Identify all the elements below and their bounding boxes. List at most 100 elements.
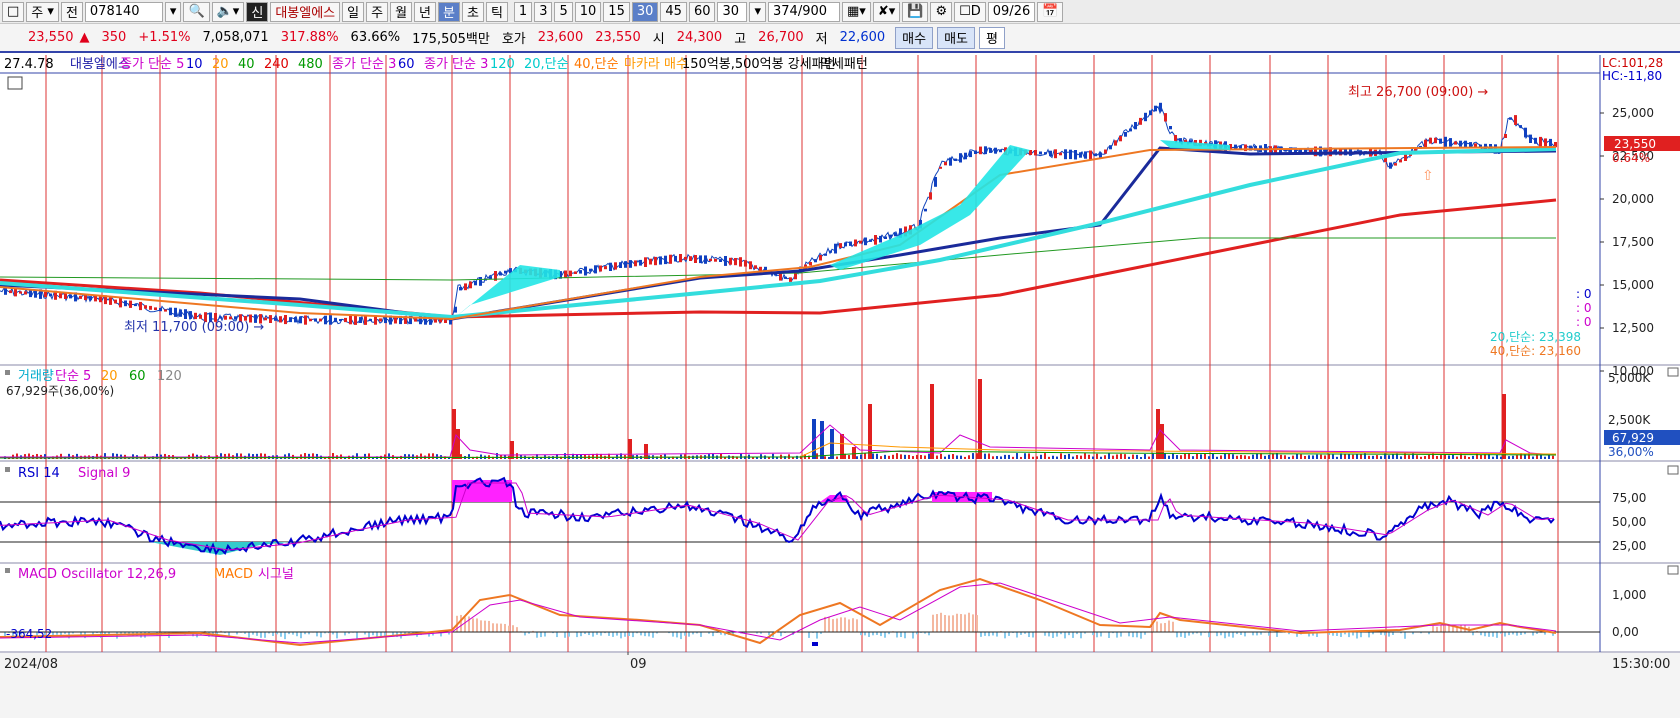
- candle: [564, 270, 567, 279]
- macd-osc-bar: [648, 632, 650, 637]
- prev-button[interactable]: 전: [60, 1, 83, 22]
- interval-tab-60[interactable]: 60: [688, 1, 716, 22]
- candle: [1039, 151, 1042, 155]
- macd-osc-bar: [1132, 632, 1134, 638]
- macd-osc-bar: [912, 632, 914, 639]
- period-tab-초[interactable]: 초: [461, 1, 484, 22]
- volume-bar: [740, 453, 742, 459]
- candle: [44, 291, 47, 298]
- price-legend-item: 20: [212, 57, 229, 72]
- interval-tab-3[interactable]: 3: [534, 1, 553, 22]
- candle: [1509, 117, 1512, 120]
- interval-select[interactable]: 30: [717, 1, 748, 22]
- save-icon[interactable]: 💾: [902, 1, 929, 22]
- candle: [729, 257, 732, 265]
- stock-name[interactable]: 대봉엘에스: [270, 1, 341, 22]
- period-tab-주[interactable]: 주: [366, 1, 389, 22]
- macd-osc-bar: [600, 632, 602, 636]
- candle: [304, 315, 307, 325]
- search-icon[interactable]: 🔍: [183, 1, 210, 22]
- calendar-icon[interactable]: 📅: [1037, 1, 1064, 22]
- d-checkbox[interactable]: ☐ D: [954, 1, 986, 22]
- macd-osc-bar: [320, 632, 322, 638]
- macd-osc-bar: [1496, 632, 1498, 638]
- interval-tab-30[interactable]: 30: [631, 1, 659, 22]
- macd-osc-bar: [840, 617, 842, 632]
- period-tab-틱[interactable]: 틱: [485, 1, 508, 22]
- macd-osc-bar: [1028, 632, 1030, 638]
- avg-button[interactable]: 평: [978, 26, 1005, 49]
- macd-osc-bar: [868, 632, 870, 637]
- candle: [1139, 117, 1142, 125]
- buy-button[interactable]: 매수: [895, 26, 934, 49]
- bid-label: 호가: [501, 32, 526, 47]
- period-tab-월[interactable]: 월: [390, 1, 413, 22]
- price-legend-item: 종가 단순 3: [332, 57, 396, 72]
- interval-tab-10[interactable]: 10: [574, 1, 602, 22]
- volume-bar: [364, 453, 366, 459]
- candle: [299, 316, 302, 324]
- price-y-label: 25,000: [1612, 106, 1654, 120]
- interval-tab-5[interactable]: 5: [554, 1, 573, 22]
- volume-bar: [1444, 454, 1446, 459]
- candle-icon[interactable]: ▦▾: [842, 1, 871, 22]
- up-arrow-icon: ▲: [79, 30, 90, 45]
- candle: [844, 242, 847, 247]
- speaker-icon[interactable]: 🔈▾: [211, 1, 245, 22]
- period-tab-년[interactable]: 년: [414, 1, 436, 22]
- volume-bar: [916, 454, 918, 459]
- window-icon[interactable]: □: [2, 1, 25, 22]
- candle: [1169, 126, 1172, 130]
- period-tab-일[interactable]: 일: [342, 1, 365, 22]
- macd-line: [0, 577, 1557, 647]
- volume-bar: [908, 454, 910, 459]
- volume-bar: [1328, 454, 1330, 459]
- rsi-y-label: 75,00: [1612, 491, 1646, 505]
- macd-osc-bar: [672, 632, 674, 637]
- count-input[interactable]: 374/900: [768, 1, 841, 22]
- period-tab-분[interactable]: 분: [438, 1, 460, 22]
- candle: [629, 260, 632, 268]
- candle: [479, 277, 482, 286]
- candle: [1084, 151, 1087, 159]
- stock-code-input[interactable]: 078140: [84, 1, 163, 22]
- volume-bar: [1180, 455, 1182, 459]
- volume-bar: [1100, 456, 1102, 459]
- macd-osc-bar: [852, 618, 854, 632]
- interval-dropdown-icon[interactable]: ▾: [749, 1, 767, 22]
- macd-osc-bar: [1156, 621, 1158, 632]
- volume-bar: [712, 453, 714, 459]
- candle: [589, 268, 592, 272]
- stock-chart[interactable]: 27.4.78 대봉엘에스종가 단순 5 10 20 40 240 480 종가 단순 3 60…: [0, 55, 1680, 718]
- volume-bar: [510, 441, 514, 459]
- market-label: 주: [31, 6, 44, 21]
- macd-osc-bar: [1160, 623, 1162, 632]
- macd-osc-bar: [932, 614, 934, 632]
- code-dropdown-icon[interactable]: ▾: [164, 1, 182, 22]
- macd-osc-bar: [1032, 632, 1034, 638]
- sell-button[interactable]: 매도: [937, 26, 975, 49]
- interval-tab-45[interactable]: 45: [660, 1, 687, 22]
- candle: [474, 281, 477, 286]
- macd-osc-bar: [1388, 632, 1390, 637]
- macd-osc-bar: [1120, 632, 1122, 637]
- market-select[interactable]: 주 ▾: [26, 1, 59, 22]
- candle: [194, 312, 197, 320]
- macd-osc-bar: [1184, 632, 1186, 638]
- interval-tab-15[interactable]: 15: [603, 1, 630, 22]
- candle: [994, 147, 997, 154]
- tool-icon[interactable]: ✘▾: [872, 1, 901, 22]
- macd-osc-bar: [616, 632, 618, 636]
- volume-bar: [1112, 455, 1114, 459]
- gear-icon[interactable]: ⚙: [930, 1, 953, 22]
- date-input[interactable]: 09/26: [987, 1, 1036, 22]
- volume-bar: [1372, 455, 1374, 459]
- macd-osc-bar: [976, 615, 978, 632]
- candle: [1544, 138, 1547, 147]
- volume-bar: [1020, 456, 1022, 459]
- volume-bar: [480, 454, 482, 459]
- candle: [1454, 141, 1457, 145]
- price-tag: 23,550: [1614, 137, 1656, 151]
- macd-panel: MACD Oscillator 12,26,9 MACD 시그널 -364,52: [0, 567, 1600, 647]
- interval-tab-1[interactable]: 1: [513, 1, 533, 22]
